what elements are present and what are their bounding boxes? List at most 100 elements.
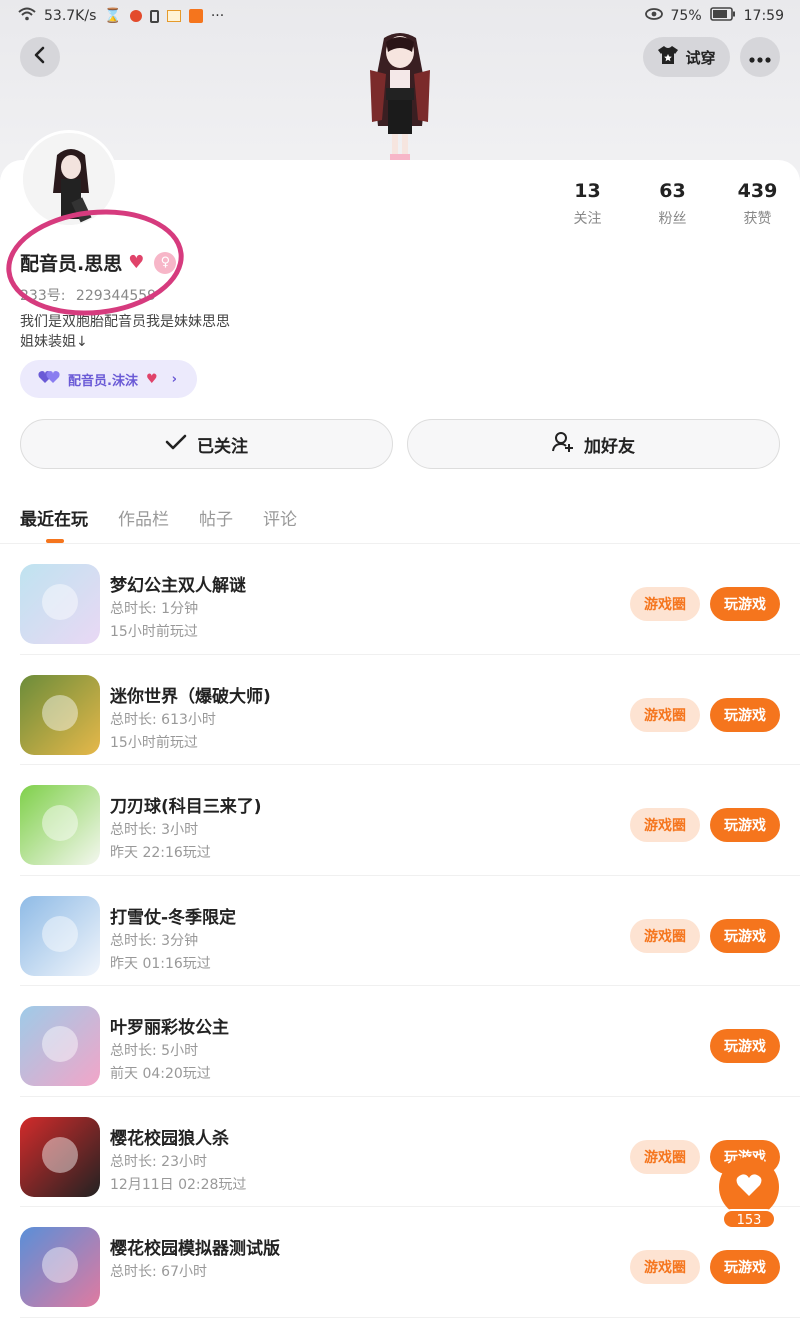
more-horizontal-icon [749, 48, 771, 67]
game-duration: 总时长: 67小时 [110, 1264, 207, 1280]
game-last-played: 昨天 01:16玩过 [110, 955, 211, 972]
game-duration: 总时长: 5小时 [110, 1043, 199, 1059]
stat-likes[interactable]: 439 获赞 [715, 180, 800, 228]
game-last-played: 15小时前玩过 [110, 624, 198, 640]
tab-works[interactable]: 作品栏 [118, 505, 169, 530]
eye-icon [644, 8, 663, 24]
user-bio: 我们是双胞胎配音员我是妹妹思思 姐妹装姐↓ [20, 312, 230, 352]
user-id-value: 229344559 [75, 288, 157, 304]
download-notification-icon [188, 9, 203, 23]
game-last-played: 12月11日 02:28玩过 [110, 1176, 247, 1193]
following-count: 13 [574, 180, 601, 202]
likes-count: 439 [737, 180, 778, 202]
following-label: 关注 [573, 211, 602, 227]
game-title: 打雪仗-冬季限定 [110, 907, 237, 928]
game-last-played: 前天 04:20玩过 [110, 1066, 211, 1082]
chevron-left-icon [33, 46, 47, 68]
game-circle-button[interactable]: 游戏圈 [630, 1139, 700, 1174]
recent-games-list: 梦幻公主双人解谜 总时长: 1分钟 15小时前玩过 游戏圈 玩游戏 迷你世界（爆… [0, 544, 800, 1318]
game-duration: 总时长: 23小时 [110, 1153, 207, 1170]
tab-comments[interactable]: 评论 [263, 505, 297, 530]
likes-label: 获赞 [743, 211, 772, 227]
battery-level: 75% [670, 8, 702, 24]
network-speed: 53.7K/s [44, 8, 97, 24]
like-fab-button[interactable] [719, 1157, 779, 1217]
play-game-button[interactable]: 玩游戏 [710, 697, 780, 732]
stat-following[interactable]: 13 关注 [545, 180, 630, 228]
app-notification-icon [129, 10, 142, 22]
chevron-right-icon: › [171, 371, 177, 387]
game-last-played: 15小时前玩过 [110, 734, 198, 751]
double-heart-icon [38, 370, 60, 388]
user-id-label: 233号: [20, 288, 66, 304]
play-game-button[interactable]: 玩游戏 [710, 918, 780, 953]
try-on-label: 试穿 [685, 48, 716, 67]
game-duration: 总时长: 3小时 [110, 822, 199, 838]
game-title: 樱花校园狼人杀 [110, 1128, 229, 1149]
game-duration: 总时长: 613小时 [110, 711, 216, 728]
game-circle-button[interactable]: 游戏圈 [630, 918, 700, 953]
game-circle-button[interactable]: 游戏圈 [630, 587, 700, 621]
relationship-chip[interactable]: 配音员.沫沫 ♥ › [20, 360, 197, 398]
game-circle-button[interactable]: 游戏圈 [630, 697, 700, 732]
followers-count: 63 [659, 180, 686, 202]
more-options-button[interactable] [740, 37, 780, 77]
add-friend-label: 加好友 [584, 436, 635, 457]
play-game-button[interactable]: 玩游戏 [710, 808, 780, 842]
profile-tabs: 最近在玩 作品栏 帖子 评论 [20, 505, 297, 543]
game-title: 迷你世界（爆破大师) [110, 686, 271, 707]
game-row[interactable]: 叶罗丽彩妆公主 总时长: 5小时 前天 04:20玩过 玩游戏 [20, 986, 800, 1097]
like-count: 153 [722, 1209, 776, 1229]
play-game-button[interactable]: 玩游戏 [710, 1250, 780, 1284]
username: 配音员.思思 [20, 253, 123, 275]
profile-stats: 13 关注 63 粉丝 439 获赞 [545, 180, 800, 228]
more-notifications-icon: ··· [210, 8, 225, 24]
followers-label: 粉丝 [658, 211, 687, 227]
game-row[interactable]: 樱花校园模拟器测试版 总时长: 67小时 游戏圈 玩游戏 [20, 1207, 800, 1318]
game-icon[interactable] [20, 785, 100, 865]
game-title: 叶罗丽彩妆公主 [110, 1018, 229, 1038]
avatar[interactable] [20, 130, 118, 228]
status-bar: 53.7K/s ⌛ ··· 75% 17:59 [0, 0, 800, 32]
game-circle-button[interactable]: 游戏圈 [630, 1250, 700, 1284]
bio-line: 姐妹装姐↓ [20, 334, 88, 350]
game-title: 樱花校园模拟器测试版 [110, 1239, 280, 1259]
notification-icon [149, 9, 159, 23]
followed-button[interactable]: 已关注 [20, 419, 393, 469]
game-row[interactable]: 刀刃球(科目三来了) 总时长: 3小时 昨天 22:16玩过 游戏圈 玩游戏 [20, 765, 800, 876]
avatar-character-figure[interactable] [356, 30, 444, 162]
game-icon[interactable] [20, 1116, 100, 1197]
game-title: 刀刃球(科目三来了) [110, 797, 262, 817]
game-icon[interactable] [20, 674, 100, 755]
add-friend-button[interactable]: 加好友 [407, 419, 780, 469]
game-icon[interactable] [20, 564, 100, 644]
game-icon[interactable] [20, 1227, 100, 1307]
game-icon[interactable] [20, 1006, 100, 1086]
game-duration: 总时长: 1分钟 [110, 601, 199, 617]
game-circle-button[interactable]: 游戏圈 [630, 808, 700, 842]
game-row[interactable]: 打雪仗-冬季限定 总时长: 3分钟 昨天 01:16玩过 游戏圈 玩游戏 [20, 876, 800, 986]
back-button[interactable] [20, 37, 60, 77]
female-gender-icon: ♀ [154, 251, 177, 274]
tab-recently-played[interactable]: 最近在玩 [20, 505, 88, 543]
game-title: 梦幻公主双人解谜 [110, 576, 246, 596]
relation-user-name: 配音员.沫沫 [68, 373, 138, 389]
play-game-button[interactable]: 玩游戏 [710, 587, 780, 621]
battery-icon [709, 7, 736, 25]
username-row: 配音员.思思 ♥ ♀ [20, 249, 177, 276]
game-row[interactable]: 樱花校园狼人杀 总时长: 23小时 12月11日 02:28玩过 游戏圈 玩游戏 [20, 1097, 800, 1207]
heart-emoji-icon: ♥ [128, 252, 145, 273]
followed-label: 已关注 [197, 436, 248, 457]
play-game-button[interactable]: 玩游戏 [710, 1029, 780, 1063]
game-duration: 总时长: 3分钟 [110, 932, 199, 949]
clock: 17:59 [743, 8, 784, 24]
game-icon[interactable] [20, 895, 100, 976]
bio-line: 我们是双胞胎配音员我是妹妹思思 [20, 314, 230, 330]
game-row[interactable]: 迷你世界（爆破大师) 总时长: 613小时 15小时前玩过 游戏圈 玩游戏 [20, 655, 800, 765]
app-notification-icon [166, 10, 181, 22]
try-on-button[interactable]: 试穿 [643, 37, 730, 77]
tshirt-icon [657, 45, 679, 69]
game-row[interactable]: 梦幻公主双人解谜 总时长: 1分钟 15小时前玩过 游戏圈 玩游戏 [20, 544, 800, 655]
stat-followers[interactable]: 63 粉丝 [630, 180, 715, 228]
tab-posts[interactable]: 帖子 [199, 505, 233, 530]
